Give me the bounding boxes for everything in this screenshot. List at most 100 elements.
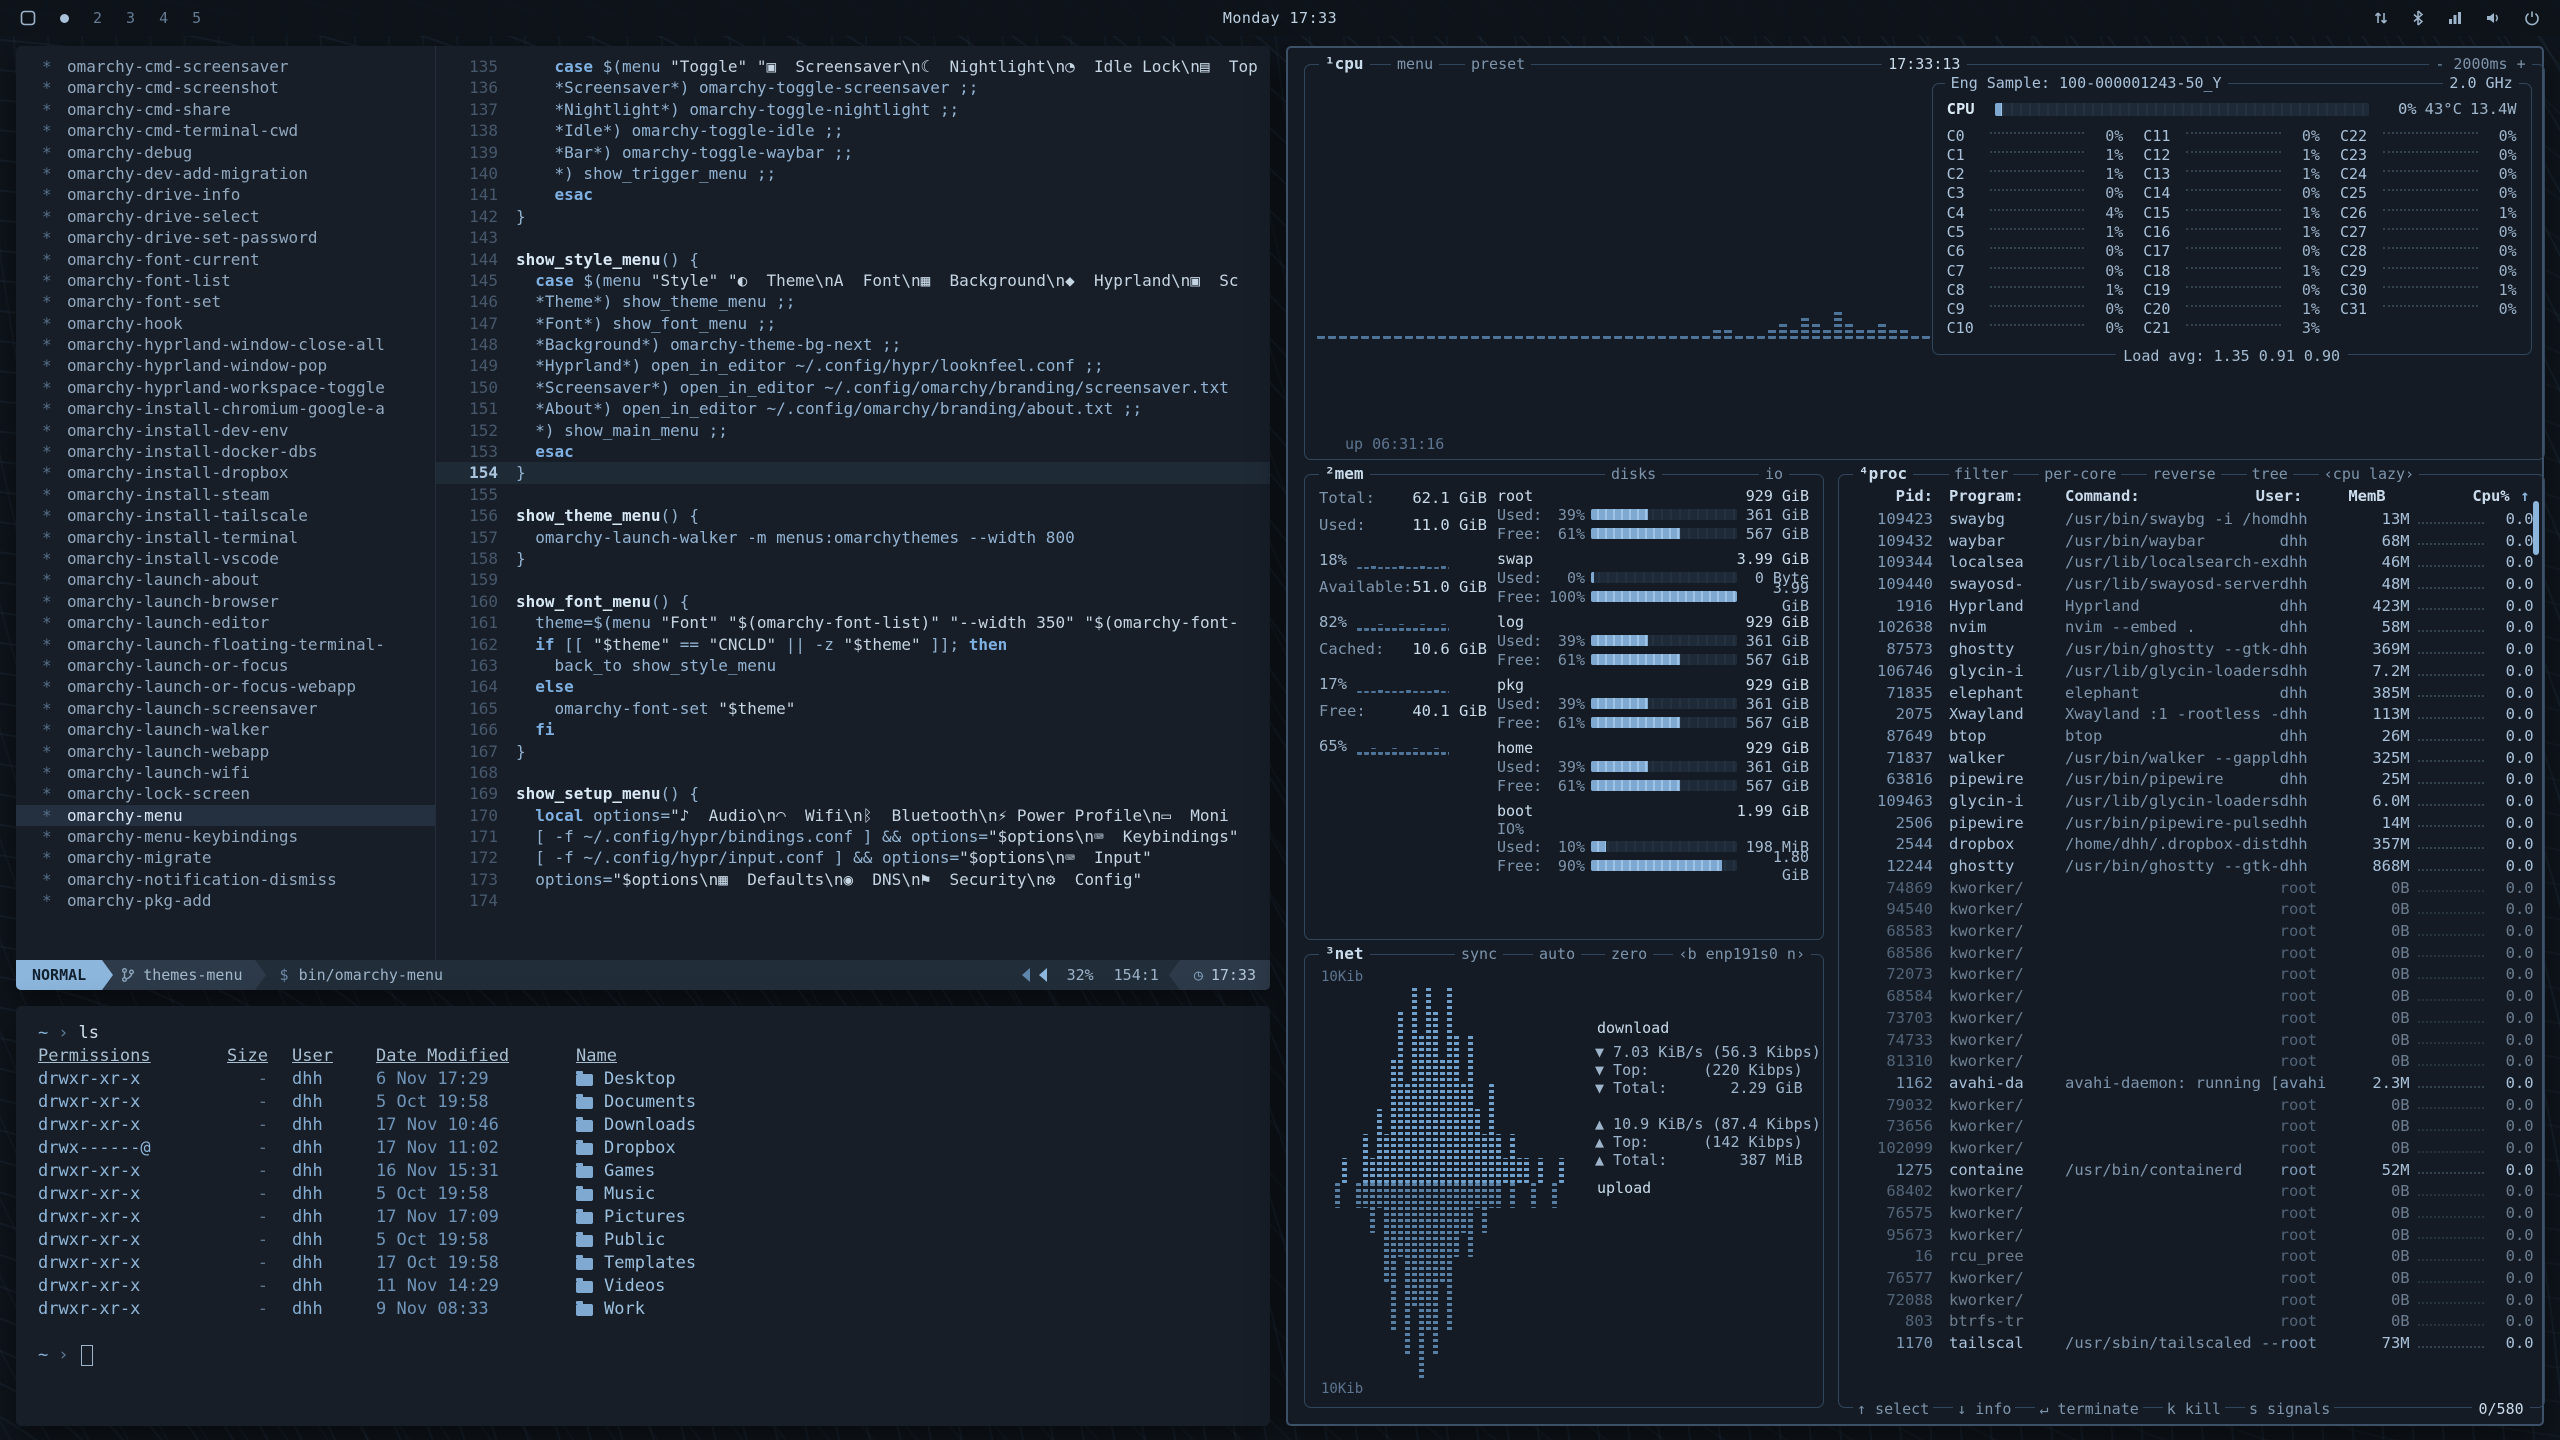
process-row[interactable]: 102638nvimnvim --embed .dhh58M0.0 — [1851, 617, 2534, 639]
workspace-number[interactable]: 2 — [93, 9, 102, 27]
auto-button[interactable]: auto — [1533, 945, 1581, 963]
workspace-number[interactable]: 5 — [192, 9, 201, 27]
code-line[interactable]: 148 *Background*) omarchy-theme-bg-next … — [436, 334, 1270, 355]
code-line[interactable]: 138 *Idle*) omarchy-toggle-idle ;; — [436, 120, 1270, 141]
code-line[interactable]: 150 *Screensaver*) open_in_editor ~/.con… — [436, 377, 1270, 398]
process-row[interactable]: 109423swaybg/usr/bin/swaybg -i /homdhh13… — [1851, 509, 2534, 531]
sidebar-item[interactable]: *omarchy-install-terminal — [42, 527, 435, 548]
sidebar-item[interactable]: *omarchy-cmd-terminal-cwd — [42, 120, 435, 141]
code-line[interactable]: 147 *Font*) show_font_menu ;; — [436, 313, 1270, 334]
process-row[interactable]: 803btrfs-trroot0B0.0 — [1851, 1311, 2534, 1333]
cpu-bars-icon[interactable] — [2447, 10, 2463, 26]
sidebar-item[interactable]: *omarchy-launch-floating-terminal- — [42, 634, 435, 655]
sidebar-item[interactable]: *omarchy-launch-or-focus-webapp — [42, 676, 435, 697]
tree-button[interactable]: tree — [2247, 465, 2293, 483]
process-row[interactable]: 106746glycin-i/usr/lib/glycin-loadersdhh… — [1851, 661, 2534, 683]
process-row[interactable]: 95673kworker/root0B0.0 — [1851, 1225, 2534, 1247]
sidebar-item[interactable]: *omarchy-migrate — [42, 847, 435, 868]
hint-info[interactable]: ↓ info — [1953, 1400, 2015, 1418]
network-arrows-icon[interactable] — [2373, 10, 2389, 26]
code-line[interactable]: 136 *Screensaver*) omarchy-toggle-screen… — [436, 77, 1270, 98]
sidebar-item[interactable]: *omarchy-install-vscode — [42, 548, 435, 569]
process-row[interactable]: 109344localsea/usr/lib/localsearch-exdhh… — [1851, 552, 2534, 574]
code-line[interactable]: 172 [ -f ~/.config/hypr/input.conf ] && … — [436, 847, 1270, 868]
power-icon[interactable] — [2524, 10, 2540, 26]
reverse-button[interactable]: reverse — [2147, 465, 2220, 483]
bluetooth-icon[interactable] — [2411, 10, 2425, 26]
sidebar-item[interactable]: *omarchy-font-set — [42, 291, 435, 312]
header-cpu[interactable]: Cpu% — [2466, 487, 2510, 505]
process-row[interactable]: 68583kworker/root0B0.0 — [1851, 921, 2534, 943]
terminal-window[interactable]: ~ › ls Permissions Size User Date Modifi… — [16, 1006, 1270, 1426]
header-pid[interactable]: Pid: — [1851, 487, 1933, 505]
per-core-button[interactable]: per-core — [2039, 465, 2121, 483]
process-row[interactable]: 72088kworker/root0B0.0 — [1851, 1290, 2534, 1312]
process-row[interactable]: 63816pipewire/usr/bin/pipewiredhh25M0.0 — [1851, 769, 2534, 791]
terminal-cursor[interactable] — [81, 1345, 93, 1366]
sidebar-item[interactable]: *omarchy-launch-or-focus — [42, 655, 435, 676]
code-line[interactable]: 165 omarchy-font-set "$theme" — [436, 698, 1270, 719]
process-row[interactable]: 12244ghostty/usr/bin/ghostty --gtk-dhh86… — [1851, 856, 2534, 878]
sidebar-item[interactable]: *omarchy-install-tailscale — [42, 505, 435, 526]
code-line[interactable]: 153 esac — [436, 441, 1270, 462]
zero-button[interactable]: zero — [1605, 945, 1653, 963]
header-user[interactable]: User: — [2256, 487, 2330, 505]
sidebar-item[interactable]: *omarchy-install-dev-env — [42, 420, 435, 441]
code-line[interactable]: 166 fi — [436, 719, 1270, 740]
sidebar-item[interactable]: *omarchy-launch-editor — [42, 612, 435, 633]
sidebar-item[interactable]: *omarchy-launch-about — [42, 569, 435, 590]
process-row[interactable]: 102099kworker/root0B0.0 — [1851, 1138, 2534, 1160]
launcher-icon[interactable] — [20, 10, 36, 26]
header-program[interactable]: Program: — [1933, 487, 2065, 505]
proc-scrollbar[interactable] — [2533, 501, 2539, 555]
process-row[interactable]: 76575kworker/root0B0.0 — [1851, 1203, 2534, 1225]
volume-icon[interactable] — [2485, 10, 2502, 26]
sidebar-item[interactable]: *omarchy-debug — [42, 142, 435, 163]
code-line[interactable]: 159 — [436, 569, 1270, 590]
sidebar-item[interactable]: *omarchy-install-docker-dbs — [42, 441, 435, 462]
process-row[interactable]: 73703kworker/root0B0.0 — [1851, 1008, 2534, 1030]
workspace-active-indicator[interactable] — [60, 14, 69, 23]
code-line[interactable]: 137 *Nightlight*) omarchy-toggle-nightli… — [436, 99, 1270, 120]
process-row[interactable]: 2544dropbox/home/dhh/.dropbox-distdhh357… — [1851, 834, 2534, 856]
code-line[interactable]: 158} — [436, 548, 1270, 569]
process-row[interactable]: 71835elephantelephantdhh385M0.0 — [1851, 683, 2534, 705]
sidebar-item[interactable]: *omarchy-drive-set-password — [42, 227, 435, 248]
process-row[interactable]: 76577kworker/root0B0.0 — [1851, 1268, 2534, 1290]
code-line[interactable]: 152 *) show_main_menu ;; — [436, 420, 1270, 441]
sidebar-item[interactable]: *omarchy-menu-keybindings — [42, 826, 435, 847]
interface-selector[interactable]: ‹b enp191s0 n› — [1673, 945, 1811, 963]
code-line[interactable]: 141 esac — [436, 184, 1270, 205]
code-line[interactable]: 146 *Theme*) show_theme_menu ;; — [436, 291, 1270, 312]
workspace-number[interactable]: 4 — [159, 9, 168, 27]
code-line[interactable]: 154} — [436, 462, 1270, 483]
sidebar-item[interactable]: *omarchy-hyprland-workspace-toggle — [42, 377, 435, 398]
sidebar-item[interactable]: *omarchy-lock-screen — [42, 783, 435, 804]
workspace-number[interactable]: 3 — [126, 9, 135, 27]
prompt-line-current[interactable]: ~ › — [38, 1344, 1248, 1367]
code-line[interactable]: 143 — [436, 227, 1270, 248]
hint-select[interactable]: ↑ select — [1853, 1400, 1933, 1418]
sidebar-item[interactable]: *omarchy-menu — [16, 805, 435, 826]
process-row[interactable]: 68586kworker/root0B0.0 — [1851, 943, 2534, 965]
sort-column-selector[interactable]: ‹cpu lazy› — [2319, 465, 2419, 483]
sidebar-item[interactable]: *omarchy-font-current — [42, 249, 435, 270]
sidebar-item[interactable]: *omarchy-drive-info — [42, 184, 435, 205]
sidebar-item[interactable]: *omarchy-hook — [42, 313, 435, 334]
process-row[interactable]: 71837walker/usr/bin/walker --gappldhh325… — [1851, 748, 2534, 770]
code-line[interactable]: 174 — [436, 890, 1270, 911]
sidebar-item[interactable]: *omarchy-install-steam — [42, 484, 435, 505]
process-row[interactable]: 74733kworker/root0B0.0 — [1851, 1030, 2534, 1052]
sidebar-item[interactable]: *omarchy-dev-add-migration — [42, 163, 435, 184]
process-row[interactable]: 68584kworker/root0B0.0 — [1851, 986, 2534, 1008]
process-row[interactable]: 2075XwaylandXwayland :1 -rootless -dhh11… — [1851, 704, 2534, 726]
process-row[interactable]: 1170tailscal/usr/sbin/tailscaled --root7… — [1851, 1333, 2534, 1355]
sidebar-item[interactable]: *omarchy-font-list — [42, 270, 435, 291]
code-line[interactable]: 171 [ -f ~/.config/hypr/bindings.conf ] … — [436, 826, 1270, 847]
disks-toggle[interactable]: disks — [1605, 465, 1662, 483]
preset-button[interactable]: preset — [1465, 55, 1531, 73]
menu-button[interactable]: menu — [1391, 55, 1439, 73]
sidebar-item[interactable]: *omarchy-cmd-screensaver — [42, 56, 435, 77]
hint-kill[interactable]: k kill — [2163, 1400, 2225, 1418]
process-row[interactable]: 81310kworker/root0B0.0 — [1851, 1051, 2534, 1073]
